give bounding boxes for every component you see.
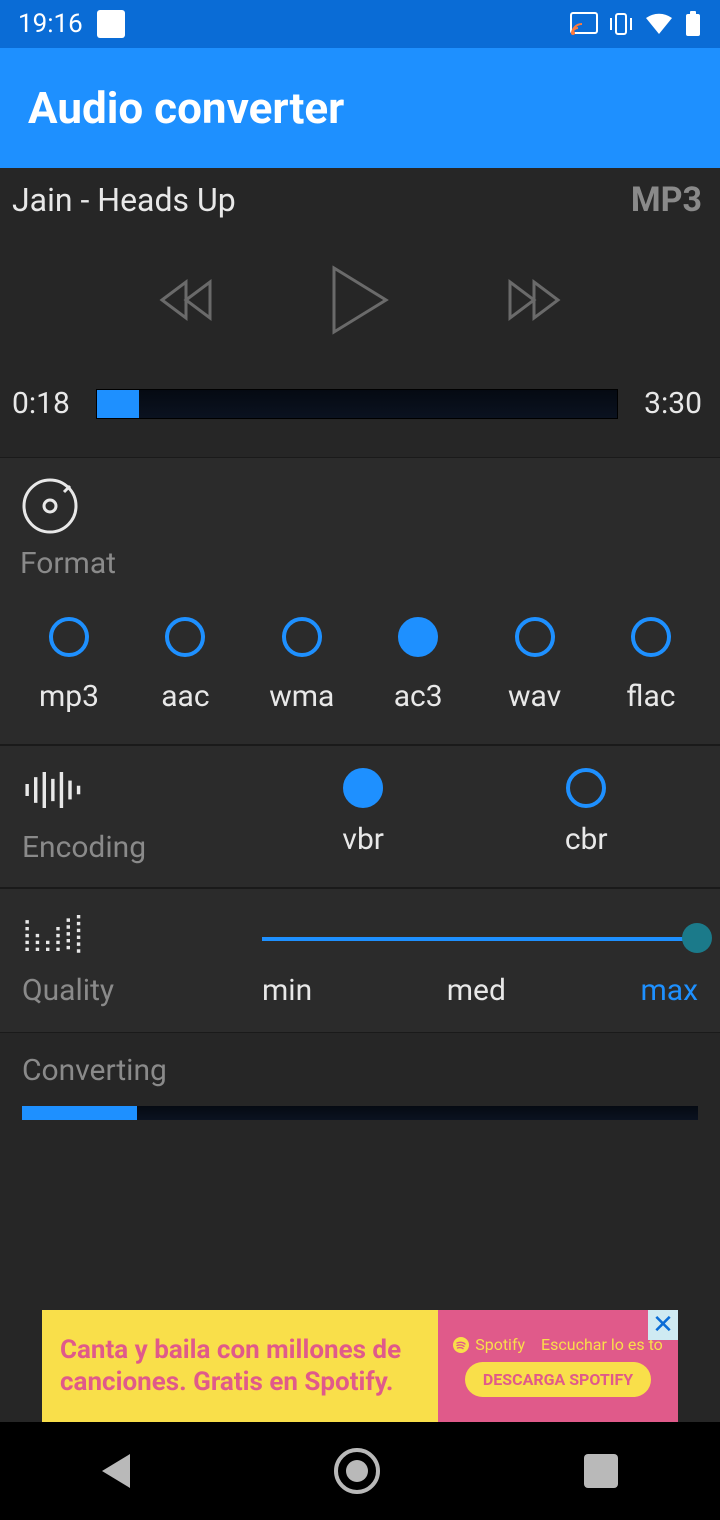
format-label: Format [20,546,116,581]
quality-section: Quality min med max [0,888,720,1033]
status-bar: 19:16 [0,0,720,48]
encoding-section: Encoding vbr cbr [0,745,720,888]
converting-section: Converting [0,1033,720,1148]
equalizer-icon [22,903,82,963]
format-option-label: aac [161,679,209,714]
radio-icon [398,617,438,657]
encoding-option-cbr[interactable]: cbr [565,768,608,857]
seek-bar[interactable] [96,389,618,419]
quality-label: Quality [22,973,242,1008]
converting-fill [22,1106,137,1120]
nav-home-button[interactable] [334,1448,380,1494]
forward-button[interactable] [502,276,562,324]
format-option-label: flac [626,679,675,714]
radio-icon [566,768,606,808]
rewind-button[interactable] [158,276,218,324]
ad-brand: Spotify Escuchar lo es to [453,1335,663,1354]
format-option-label: wav [508,679,561,714]
quality-slider[interactable] [262,919,698,959]
converting-label: Converting [22,1053,698,1088]
format-section: Format mp3 aac wma ac3 wav flac [0,457,720,745]
disc-icon [20,476,80,536]
format-option-wma[interactable]: wma [255,617,349,714]
format-option-wav[interactable]: wav [488,617,582,714]
elapsed-time: 0:18 [12,386,76,421]
player-panel: Jain - Heads Up MP3 0:18 3:30 [0,168,720,457]
radio-icon [515,617,555,657]
radio-icon [343,768,383,808]
encoding-option-vbr[interactable]: vbr [342,768,384,857]
ad-cta-button[interactable]: DESCARGA SPOTIFY [465,1362,651,1397]
cast-icon [570,12,598,36]
format-option-label: mp3 [39,679,99,714]
battery-icon [684,10,702,38]
format-option-ac3[interactable]: ac3 [371,617,465,714]
nav-recent-button[interactable] [584,1454,618,1488]
seek-fill [97,390,139,418]
slider-thumb[interactable] [682,923,712,953]
wifi-icon [644,12,674,36]
encoding-option-label: cbr [565,822,608,857]
format-option-aac[interactable]: aac [138,617,232,714]
encoding-option-label: vbr [342,822,384,857]
radio-icon [165,617,205,657]
track-title: Jain - Heads Up [12,181,236,219]
format-option-flac[interactable]: flac [604,617,698,714]
radio-icon [631,617,671,657]
ad-text: Canta y baila con millones de canciones.… [42,1324,438,1409]
ad-line1: Canta y baila con millones de [60,1334,420,1367]
encoding-label: Encoding [22,830,252,865]
format-option-label: wma [269,679,334,714]
total-time: 3:30 [638,386,702,421]
track-format-badge: MP3 [631,180,702,220]
status-icons [570,10,702,38]
app-title: Audio converter [28,82,344,134]
nav-back-button[interactable] [102,1454,130,1488]
radio-icon [282,617,322,657]
radio-icon [49,617,89,657]
ad-close-button[interactable]: ✕ [648,1310,678,1340]
format-option-mp3[interactable]: mp3 [22,617,116,714]
waveform-icon [22,760,82,820]
vibrate-icon [608,12,634,36]
spotify-icon [453,1337,469,1353]
format-option-label: ac3 [394,679,443,714]
app-bar: Audio converter [0,48,720,168]
status-app-icon [97,10,125,38]
system-nav-bar [0,1422,720,1520]
converting-progress [22,1106,698,1120]
ad-banner[interactable]: ✕ Canta y baila con millones de cancione… [42,1310,678,1422]
quality-label-med[interactable]: med [447,973,506,1008]
slider-track [262,937,698,941]
ad-line2: canciones. Gratis en Spotify. [60,1366,420,1399]
play-button[interactable] [328,264,392,336]
status-time: 19:16 [18,9,83,39]
quality-label-max[interactable]: max [640,973,698,1008]
quality-label-min[interactable]: min [262,973,312,1008]
